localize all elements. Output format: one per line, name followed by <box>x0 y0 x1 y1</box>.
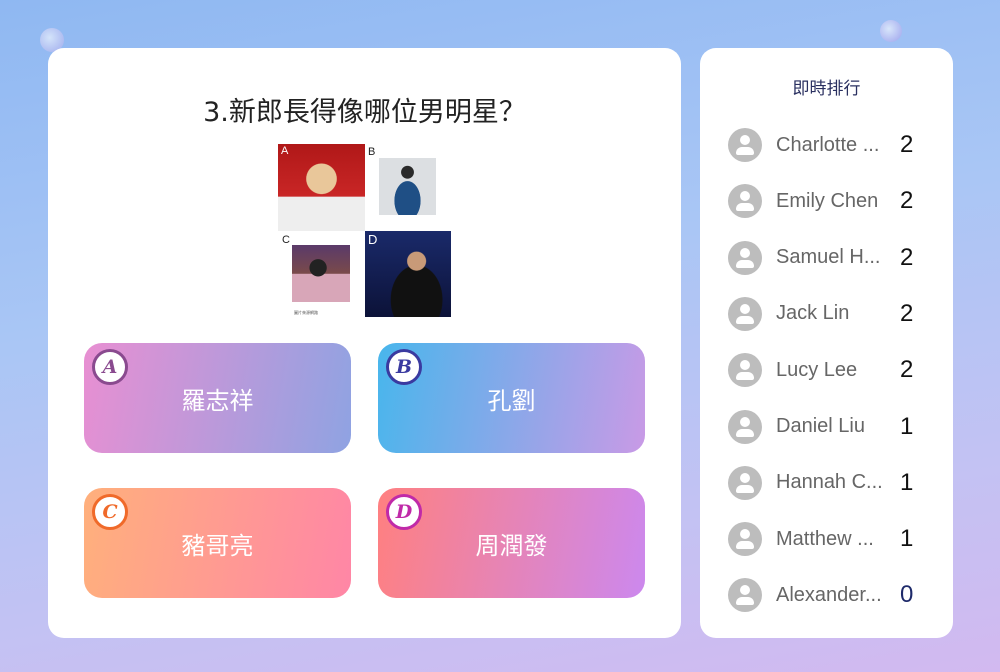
player-score: 1 <box>900 468 914 496</box>
leaderboard-row: Charlotte ... 2 <box>728 125 928 165</box>
avatar-icon <box>728 522 762 557</box>
image-label-c: C <box>282 234 290 246</box>
leaderboard-row: Samuel H... 2 <box>728 238 928 278</box>
option-letter-badge: A <box>92 349 128 385</box>
option-c-button[interactable]: C 豬哥亮 <box>84 488 351 598</box>
avatar-icon <box>728 409 762 444</box>
player-score: 2 <box>900 299 914 327</box>
player-score: 0 <box>900 581 914 609</box>
option-letter-badge: C <box>92 494 128 530</box>
player-name: Lucy Lee <box>776 358 858 381</box>
player-name: Matthew ... <box>776 527 874 550</box>
option-b-button[interactable]: B 孔劉 <box>378 343 645 453</box>
option-label: 孔劉 <box>487 386 536 415</box>
image-label-a: A <box>281 145 289 157</box>
image-caption: 圖片來源網路 <box>294 310 318 315</box>
photo-a <box>278 144 365 231</box>
photo-d <box>365 231 451 317</box>
option-letter-badge: D <box>386 494 422 530</box>
player-name: Alexander... <box>776 583 882 606</box>
avatar-icon <box>728 353 762 388</box>
leaderboard-row: Jack Lin 2 <box>728 294 928 334</box>
photo-b <box>379 158 436 215</box>
player-score: 2 <box>900 356 914 384</box>
player-name: Emily Chen <box>776 189 879 212</box>
photo-c <box>292 245 350 302</box>
image-label-d: D <box>368 232 378 247</box>
decor-bubble <box>880 20 902 42</box>
image-label-b: B <box>368 146 376 158</box>
player-score: 1 <box>900 412 914 440</box>
option-d-button[interactable]: D 周潤發 <box>378 488 645 598</box>
avatar-icon <box>728 296 762 331</box>
option-label: 豬哥亮 <box>181 531 254 560</box>
leaderboard-row: Matthew ... 1 <box>728 519 928 559</box>
question-card: 3.新郎長得像哪位男明星？ A B C 圖片來源網路 D A 羅志祥 B 孔劉 … <box>48 48 681 638</box>
leaderboard-row: Emily Chen 2 <box>728 181 928 221</box>
leaderboard-title: 即時排行 <box>792 79 861 99</box>
player-name: Hannah C... <box>776 471 883 494</box>
player-score: 2 <box>900 131 914 158</box>
option-letter-badge: B <box>386 349 422 385</box>
leaderboard-row: Lucy Lee 2 <box>728 350 928 390</box>
player-score: 2 <box>900 187 914 215</box>
player-name: Samuel H... <box>776 246 881 269</box>
question-image: A B C 圖片來源網路 D <box>48 48 681 348</box>
avatar-icon <box>728 184 762 219</box>
leaderboard-row: Alexander... 0 <box>728 575 928 615</box>
avatar-icon <box>728 578 762 613</box>
option-label: 周潤發 <box>475 531 548 560</box>
avatar-icon <box>728 465 762 500</box>
avatar-icon <box>728 128 762 162</box>
leaderboard-panel: 即時排行 Charlotte ... 2 Emily Chen 2 Samuel H..… <box>700 48 953 638</box>
leaderboard-row: Daniel Liu 1 <box>728 407 928 447</box>
player-name: Jack Lin <box>776 302 850 325</box>
player-score: 2 <box>900 243 914 271</box>
leaderboard-row: Hannah C... 1 <box>728 463 928 503</box>
option-label: 羅志祥 <box>181 386 254 415</box>
player-score: 1 <box>900 525 914 553</box>
avatar-icon <box>728 240 762 275</box>
option-a-button[interactable]: A 羅志祥 <box>84 343 351 453</box>
player-name: Charlotte ... <box>776 133 880 156</box>
player-name: Daniel Liu <box>776 415 865 437</box>
